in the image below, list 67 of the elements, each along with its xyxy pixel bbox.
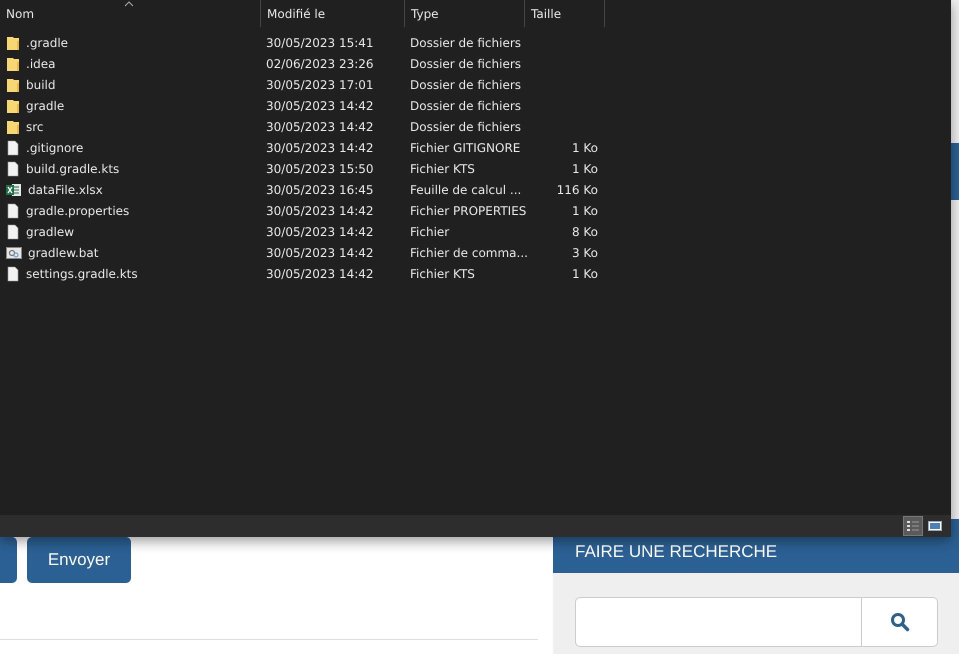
date-cell-text: 30/05/2023 17:01 [265, 78, 375, 92]
sort-up-icon [124, 1, 134, 7]
file-name[interactable]: .gitignore [26, 140, 84, 154]
gear-window-icon [6, 246, 22, 260]
type-cell-text: Fichier de comma... [409, 246, 525, 260]
date-cell-text: 30/05/2023 14:42 [265, 266, 375, 280]
spreadsheet-icon [6, 182, 22, 198]
column-header[interactable]: Modifié le [261, 0, 405, 27]
file-name[interactable]: build.gradle.kts [26, 162, 120, 176]
details-view-button[interactable] [903, 516, 923, 536]
type-cell-text: Dossier de fichiers [409, 78, 522, 92]
folder-icon [6, 98, 20, 114]
size-cell: 1 Ko [572, 204, 598, 218]
type-cell-text: Fichier KTS [409, 162, 476, 176]
folder-icon [6, 34, 20, 50]
date-cell-text: 02/06/2023 23:26 [265, 56, 375, 70]
file-icon [6, 224, 20, 240]
file-name[interactable]: settings.gradle.kts [26, 266, 138, 280]
column-header[interactable]: Taille [525, 0, 605, 27]
type-cell-text: Fichier PROPERTIES [409, 204, 525, 218]
type-cell-text: Dossier de fichiers [409, 36, 522, 50]
size-cell: 116 Ko [556, 182, 598, 196]
column-header[interactable]: Nom [0, 0, 261, 27]
date-cell-text: 30/05/2023 14:42 [265, 246, 375, 260]
file-name[interactable]: gradle [26, 98, 64, 112]
search-field[interactable] [575, 597, 862, 647]
file-name[interactable]: build [26, 78, 56, 92]
search-icon [890, 612, 910, 632]
file-icon [6, 160, 20, 176]
size-cell: 3 Ko [572, 246, 598, 260]
file-icon [6, 266, 20, 282]
file-name[interactable]: gradlew.bat [28, 246, 98, 260]
file-name[interactable]: gradlew [26, 224, 74, 238]
file-name[interactable]: .gradle [26, 36, 68, 50]
type-cell-text: Dossier de fichiers [409, 56, 522, 70]
date-cell-text: 30/05/2023 14:42 [265, 140, 375, 154]
type-cell-text: Dossier de fichiers [409, 98, 522, 112]
size-cell: 1 Ko [572, 140, 598, 154]
date-cell-text: 30/05/2023 15:41 [265, 36, 375, 50]
file-name[interactable]: dataFile.xlsx [28, 182, 103, 196]
file-name[interactable]: src [26, 120, 44, 134]
search-button[interactable] [862, 597, 938, 647]
column-header[interactable]: Type [405, 0, 525, 27]
size-cell: 1 Ko [572, 266, 598, 280]
type-cell-text: Feuille de calcul ... [409, 182, 522, 196]
type-cell-text: Fichier GITIGNORE [409, 140, 522, 154]
type-cell-text: Fichier KTS [409, 266, 476, 280]
date-cell-text: 30/05/2023 14:42 [265, 204, 375, 218]
type-cell-text: Dossier de fichiers [409, 120, 522, 134]
date-cell-text: 30/05/2023 16:45 [265, 182, 375, 196]
folder-icon [6, 76, 20, 92]
size-cell: 1 Ko [572, 162, 598, 176]
send-button[interactable]: Envoyer [27, 537, 131, 583]
date-cell-text: 30/05/2023 15:50 [265, 162, 375, 176]
file-name[interactable]: gradle.properties [26, 204, 130, 218]
file-icon [6, 202, 20, 218]
folder-icon [6, 118, 20, 134]
date-cell-text: 30/05/2023 14:42 [265, 224, 375, 238]
file-name[interactable]: .idea [26, 56, 56, 70]
file-icon [6, 140, 20, 156]
date-cell-text: 30/05/2023 14:42 [265, 120, 375, 134]
date-cell-text: 30/05/2023 14:42 [265, 98, 375, 112]
size-cell: 8 Ko [572, 224, 598, 238]
image-icon [928, 520, 942, 532]
type-cell-text: Fichier [409, 224, 450, 238]
details-list-icon [906, 519, 920, 533]
folder-icon [6, 56, 20, 72]
